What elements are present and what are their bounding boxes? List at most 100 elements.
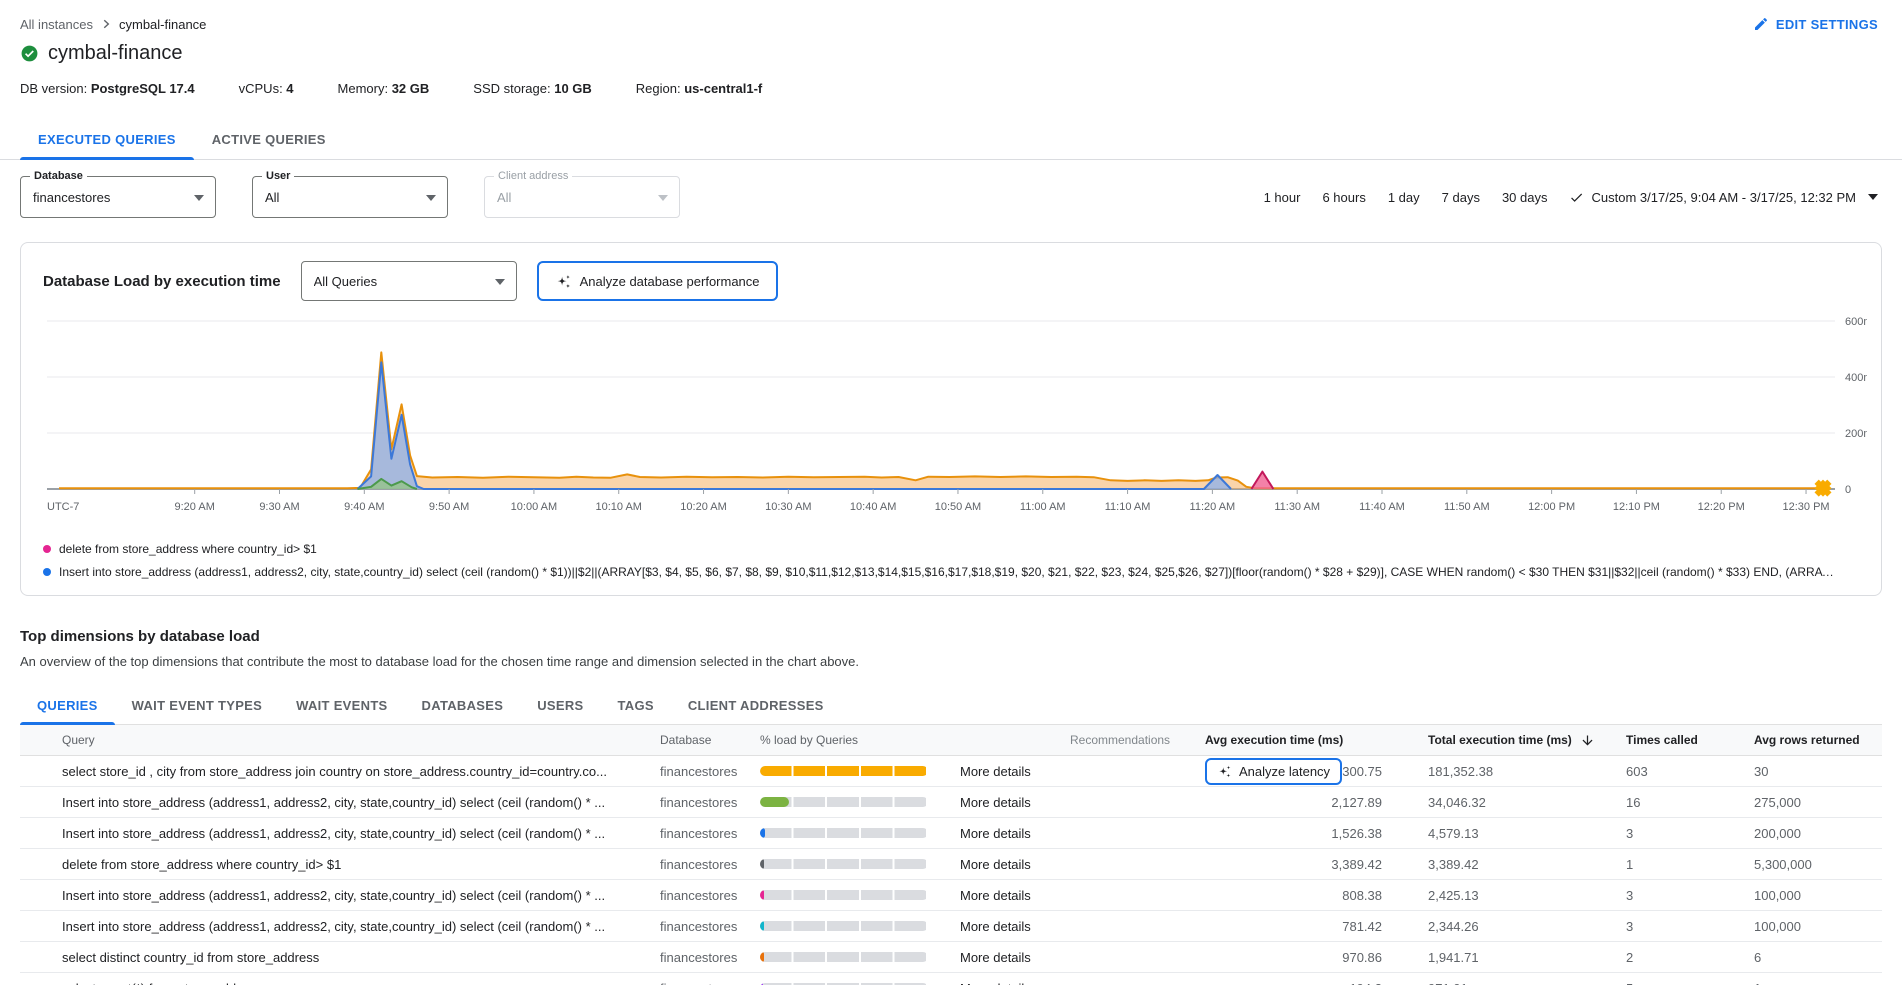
- load-bar-fill: [760, 890, 764, 900]
- load-cell: [760, 921, 960, 931]
- query-filter-select[interactable]: All Queries: [301, 261, 517, 301]
- column-header-load[interactable]: % load by Queries: [760, 733, 1070, 747]
- tab-wait-events[interactable]: WAIT EVENTS: [279, 687, 404, 724]
- filter-user[interactable]: UserAll: [252, 176, 448, 218]
- tab-databases[interactable]: DATABASES: [405, 687, 521, 724]
- load-cell: [760, 797, 960, 807]
- chart-card-header: Database Load by execution time All Quer…: [37, 261, 1865, 301]
- x-axis-label: 10:00 AM: [511, 501, 557, 513]
- load-chart-svg[interactable]: 0200ms400ms600ms9:20 AM9:30 AM9:40 AM9:5…: [37, 313, 1867, 527]
- times-called-cell: 3: [1626, 826, 1754, 841]
- avg-rows-cell: 200,000: [1754, 826, 1882, 841]
- tab-users[interactable]: USERS: [520, 687, 600, 724]
- more-details-link[interactable]: More details: [960, 857, 1070, 872]
- x-axis-label: 11:50 AM: [1444, 501, 1490, 513]
- query-cell: delete from store_address where country_…: [20, 857, 660, 872]
- table-row[interactable]: Insert into store_address (address1, add…: [20, 787, 1882, 818]
- chevron-down-icon: [495, 279, 505, 285]
- tab-queries[interactable]: QUERIES: [20, 687, 115, 724]
- load-bar-fill: [760, 797, 789, 807]
- timezone-label: UTC-7: [47, 501, 79, 513]
- column-header-database[interactable]: Database: [660, 733, 760, 747]
- legend-item: Insert into store_address (address1, add…: [43, 565, 1859, 579]
- times-called-cell: 16: [1626, 795, 1754, 810]
- page-title: cymbal-finance: [48, 42, 183, 65]
- series-line-insert-into-store_address-blue: [358, 362, 1232, 489]
- table-row[interactable]: select distinct country_id from store_ad…: [20, 942, 1882, 973]
- table-row[interactable]: Insert into store_address (address1, add…: [20, 818, 1882, 849]
- instance-meta: DB version: PostgreSQL 17.4vCPUs: 4Memor…: [0, 65, 1902, 96]
- table-row[interactable]: Insert into store_address (address1, add…: [20, 880, 1882, 911]
- x-axis-label: 10:10 AM: [595, 501, 641, 513]
- filter-database[interactable]: Databasefinancestores: [20, 176, 216, 218]
- legend-dot: [43, 568, 51, 576]
- avg-rows-cell: 5,300,000: [1754, 857, 1882, 872]
- y-axis-label: 400ms: [1845, 372, 1867, 384]
- load-cell: [760, 952, 960, 962]
- y-axis-label: 200ms: [1845, 428, 1867, 440]
- total-execution-cell: 1,941.71: [1428, 950, 1626, 965]
- times-called-cell: 603: [1626, 764, 1754, 779]
- column-header-total-execution[interactable]: Total execution time (ms): [1428, 733, 1626, 748]
- query-table-body: select store_id , city from store_addres…: [20, 756, 1882, 985]
- column-header-avg-rows[interactable]: Avg rows returned: [1754, 733, 1882, 747]
- column-header-avg-execution[interactable]: Avg execution time (ms): [1205, 733, 1428, 747]
- table-row[interactable]: select store_id , city from store_addres…: [20, 756, 1882, 787]
- column-header-query[interactable]: Query: [20, 733, 660, 747]
- tab-client-addresses[interactable]: CLIENT ADDRESSES: [671, 687, 841, 724]
- x-axis-label: 10:40 AM: [850, 501, 896, 513]
- healthy-status-icon: [20, 44, 39, 63]
- table-row[interactable]: select count(*) from store_address finan…: [20, 973, 1882, 985]
- avg-rows-cell: 100,000: [1754, 919, 1882, 934]
- time-range-30-days[interactable]: 30 days: [1501, 188, 1549, 207]
- time-range: 1 hour 6 hours 1 day 7 days 30 days Custom 3…: [1263, 188, 1878, 207]
- meta-item: Memory: 32 GB: [338, 81, 430, 96]
- database-load-card: Database Load by execution time All Quer…: [20, 242, 1882, 596]
- time-range-1-hour[interactable]: 1 hour: [1263, 188, 1302, 207]
- database-cell: financestores: [660, 795, 760, 810]
- total-execution-cell: 2,344.26: [1428, 919, 1626, 934]
- more-details-link[interactable]: More details: [960, 764, 1070, 779]
- analyze-latency-button[interactable]: Analyze latency: [1205, 758, 1342, 785]
- legend-label: delete from store_address where country_…: [59, 542, 317, 556]
- more-details-link[interactable]: More details: [960, 981, 1070, 985]
- tab-wait-event-types[interactable]: WAIT EVENT TYPES: [115, 687, 279, 724]
- load-bar: [760, 859, 928, 869]
- more-details-link[interactable]: More details: [960, 795, 1070, 810]
- database-cell: financestores: [660, 764, 760, 779]
- time-range-custom[interactable]: Custom 3/17/25, 9:04 AM - 3/17/25, 12:32…: [1569, 190, 1879, 205]
- more-details-link[interactable]: More details: [960, 919, 1070, 934]
- tab-executed-queries[interactable]: EXECUTED QUERIES: [20, 120, 194, 159]
- time-range-1-day[interactable]: 1 day: [1387, 188, 1421, 207]
- avg-execution-cell: Analyze latency 300.75: [1205, 758, 1428, 785]
- more-details-link[interactable]: More details: [960, 950, 1070, 965]
- time-range-6-hours[interactable]: 6 hours: [1321, 188, 1366, 207]
- column-header-recommendations[interactable]: Recommendations: [1070, 733, 1205, 747]
- meta-label: DB version:: [20, 81, 91, 96]
- filter-value: All: [265, 190, 279, 205]
- time-range-7-days[interactable]: 7 days: [1441, 188, 1481, 207]
- analyze-database-performance-button[interactable]: Analyze database performance: [537, 261, 778, 301]
- breadcrumb-current: cymbal-finance: [119, 17, 206, 32]
- meta-value: 4: [286, 81, 293, 96]
- avg-rows-cell: 6: [1754, 950, 1882, 965]
- database-cell: financestores: [660, 857, 760, 872]
- x-axis-label: 9:50 AM: [429, 501, 469, 513]
- table-row[interactable]: delete from store_address where country_…: [20, 849, 1882, 880]
- edit-settings-button[interactable]: EDIT SETTINGS: [1753, 16, 1878, 32]
- avg-rows-cell: 30: [1754, 764, 1882, 779]
- more-details-link[interactable]: More details: [960, 888, 1070, 903]
- time-range-options: 1 hour 6 hours 1 day 7 days 30 days: [1263, 188, 1549, 207]
- load-bar-fill: [760, 952, 764, 962]
- meta-label: SSD storage:: [473, 81, 554, 96]
- more-details-link[interactable]: More details: [960, 826, 1070, 841]
- tab-tags[interactable]: TAGS: [601, 687, 671, 724]
- x-axis-label: 12:00 PM: [1528, 501, 1575, 513]
- chevron-down-icon: [194, 195, 204, 201]
- top-dimensions-section: Top dimensions by database load An overv…: [20, 628, 1882, 985]
- breadcrumb-all-instances[interactable]: All instances: [20, 17, 93, 32]
- avg-execution-cell: 781.42: [1205, 919, 1428, 934]
- tab-active-queries[interactable]: ACTIVE QUERIES: [194, 120, 344, 159]
- column-header-times-called[interactable]: Times called: [1626, 733, 1754, 747]
- table-row[interactable]: Insert into store_address (address1, add…: [20, 911, 1882, 942]
